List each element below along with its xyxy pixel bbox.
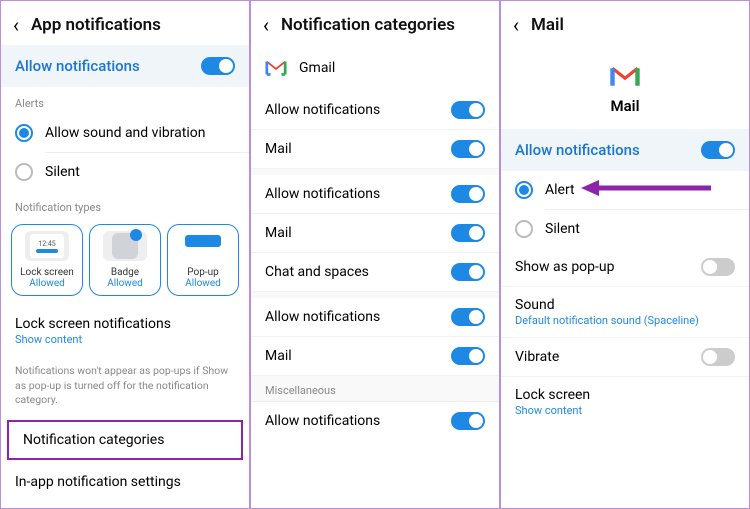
radio-unchecked-icon — [15, 163, 33, 181]
allow-label: Allow notifications — [265, 309, 380, 325]
toggle[interactable] — [451, 140, 485, 158]
inapp-label: In-app notification settings — [15, 474, 181, 490]
silent-option[interactable]: Silent — [1, 153, 249, 191]
mail-label: Mail — [265, 141, 292, 157]
header: ‹ Notification categories — [251, 1, 499, 45]
toggle[interactable] — [451, 224, 485, 242]
lock-screen-row[interactable]: Lock screen Show content — [501, 377, 749, 427]
app-name: Gmail — [299, 60, 335, 76]
lock-label: Lock screen — [515, 387, 590, 403]
categories-label: Notification categories — [23, 432, 164, 448]
toggle[interactable] — [701, 348, 735, 366]
allow-label: Allow notifications — [515, 141, 640, 159]
mail-row-2[interactable]: Mail — [251, 214, 499, 253]
lock-screen-icon: 12:45 — [25, 231, 69, 261]
page-title: Notification categories — [281, 15, 455, 35]
arrow-annotation-icon — [581, 177, 711, 199]
header: ‹ App notifications — [1, 1, 249, 45]
vibrate-row[interactable]: Vibrate — [501, 338, 749, 377]
toggle[interactable] — [451, 101, 485, 119]
misc-section-label: Miscellaneous — [251, 376, 499, 402]
back-icon[interactable]: ‹ — [513, 15, 519, 35]
gmail-icon — [610, 65, 640, 89]
screen-mail: ‹ Mail Mail Allow notifications Alert Si… — [500, 0, 750, 509]
page-title: App notifications — [31, 15, 161, 35]
toggle[interactable] — [451, 185, 485, 203]
sound-vibration-label: Allow sound and vibration — [45, 125, 206, 141]
notification-categories-row[interactable]: Notification categories — [9, 422, 241, 458]
type-popup-status: Allowed — [185, 278, 221, 289]
silent-label: Silent — [45, 164, 80, 180]
toggle[interactable] — [451, 263, 485, 281]
allow-row-1[interactable]: Allow notifications — [251, 91, 499, 130]
allow-label: Allow notifications — [265, 186, 380, 202]
app-row: Gmail — [251, 45, 499, 91]
page-title: Mail — [531, 15, 564, 35]
alert-label: Alert — [545, 182, 575, 198]
allow-row-3[interactable]: Allow notifications — [251, 298, 499, 337]
mail-row-3[interactable]: Mail — [251, 337, 499, 376]
mail-label: Mail — [265, 225, 292, 241]
notification-type-cards: 12:45 Lock screen Allowed Badge Allowed … — [1, 218, 249, 306]
show-as-popup-row[interactable]: Show as pop-up — [501, 248, 749, 287]
allow-row-2[interactable]: Allow notifications — [251, 175, 499, 214]
popup-label: Show as pop-up — [515, 259, 614, 275]
type-popup[interactable]: Pop-up Allowed — [167, 224, 239, 296]
type-badge-status: Allowed — [107, 278, 143, 289]
sound-label: Sound — [515, 297, 699, 313]
silent-option[interactable]: Silent — [501, 210, 749, 248]
gmail-icon — [265, 59, 287, 77]
highlight-notification-categories: Notification categories — [7, 420, 243, 460]
type-lock-label: Lock screen — [20, 267, 74, 278]
toggle[interactable] — [451, 412, 485, 430]
alerts-section-label: Alerts — [1, 87, 249, 114]
radio-checked-icon — [515, 181, 533, 199]
vibrate-label: Vibrate — [515, 349, 559, 365]
screen-notification-categories: ‹ Notification categories Gmail Allow no… — [250, 0, 500, 509]
toggle[interactable] — [451, 347, 485, 365]
app-header: Mail — [501, 45, 749, 129]
lock-sub: Show content — [515, 404, 590, 417]
allow-row-4[interactable]: Allow notifications — [251, 402, 499, 440]
lock-notif-sub: Show content — [15, 333, 171, 346]
type-badge[interactable]: Badge Allowed — [89, 224, 161, 296]
header: ‹ Mail — [501, 1, 749, 45]
lock-screen-notifications-row[interactable]: Lock screen notifications Show content — [1, 306, 249, 356]
allow-notifications-row[interactable]: Allow notifications — [501, 129, 749, 171]
silent-label: Silent — [545, 221, 580, 237]
back-icon[interactable]: ‹ — [263, 15, 269, 35]
popup-icon — [181, 231, 225, 261]
toggle[interactable] — [701, 258, 735, 276]
allow-label: Allow notifications — [265, 102, 380, 118]
chat-label: Chat and spaces — [265, 264, 369, 280]
type-popup-label: Pop-up — [187, 267, 218, 278]
type-lock-status: Allowed — [29, 278, 65, 289]
alert-option[interactable]: Alert — [501, 171, 749, 209]
back-icon[interactable]: ‹ — [13, 15, 19, 35]
chat-spaces-row[interactable]: Chat and spaces — [251, 253, 499, 292]
allow-notifications-row[interactable]: Allow notifications — [1, 45, 249, 87]
sound-sub: Default notification sound (Spaceline) — [515, 314, 699, 327]
allow-label: Allow notifications — [15, 57, 140, 75]
type-lock-screen[interactable]: 12:45 Lock screen Allowed — [11, 224, 83, 296]
allow-label: Allow notifications — [265, 413, 380, 429]
toggle[interactable] — [451, 308, 485, 326]
help-text: Notifications won't appear as pop-ups if… — [1, 356, 249, 416]
radio-checked-icon — [15, 124, 33, 142]
badge-icon — [103, 231, 147, 261]
allow-toggle[interactable] — [201, 57, 235, 75]
mail-label: Mail — [265, 348, 292, 364]
in-app-settings-row[interactable]: In-app notification settings — [1, 464, 249, 500]
sound-row[interactable]: Sound Default notification sound (Spacel… — [501, 287, 749, 338]
allow-toggle[interactable] — [701, 141, 735, 159]
radio-unchecked-icon — [515, 220, 533, 238]
lock-time: 12:45 — [38, 240, 55, 248]
sound-vibration-option[interactable]: Allow sound and vibration — [1, 114, 249, 152]
mail-row-1[interactable]: Mail — [251, 130, 499, 169]
types-section-label: Notification types — [1, 191, 249, 218]
app-name: Mail — [611, 97, 640, 115]
screen-app-notifications: ‹ App notifications Allow notifications … — [0, 0, 250, 509]
type-badge-label: Badge — [111, 267, 139, 278]
lock-notif-label: Lock screen notifications — [15, 316, 171, 332]
